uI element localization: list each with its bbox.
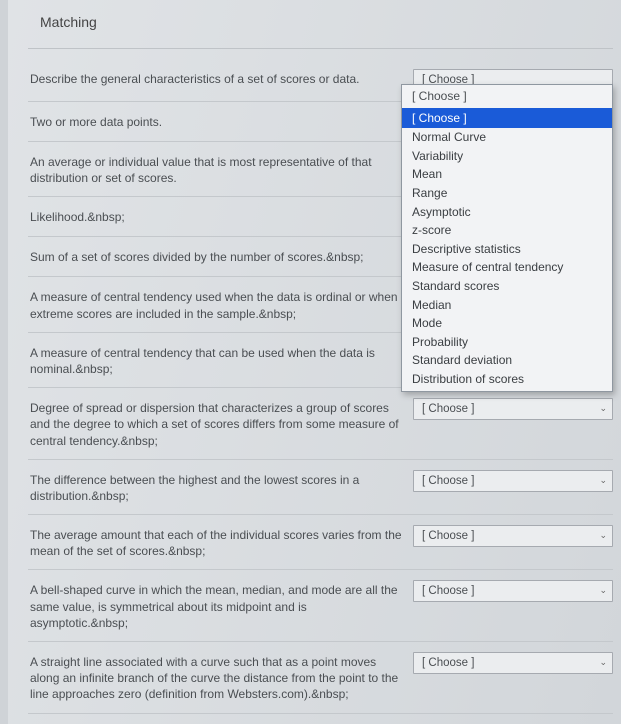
prompt-text: Degree of spread or dispersion that char… bbox=[30, 398, 413, 449]
prompt-text: A straight line associated with a curve … bbox=[30, 652, 413, 703]
chevron-down-icon: ⌄ bbox=[599, 398, 607, 418]
match-row: Degree of spread or dispersion that char… bbox=[28, 388, 613, 460]
chevron-down-icon: ⌄ bbox=[599, 580, 607, 600]
dropdown-placeholder[interactable]: [ Choose ] bbox=[402, 85, 612, 108]
dropdown-option[interactable]: Median bbox=[402, 296, 612, 315]
dropdown-option-selected[interactable]: [ Choose ] bbox=[402, 108, 612, 129]
prompt-text: Sum of a set of scores divided by the nu… bbox=[30, 247, 413, 265]
dropdown-option[interactable]: Measure of central tendency bbox=[402, 258, 612, 277]
match-row: A straight line associated with a curve … bbox=[28, 642, 613, 714]
chevron-down-icon: ⌄ bbox=[599, 470, 607, 490]
dropdown-option[interactable]: Range bbox=[402, 184, 612, 203]
answer-select[interactable]: [ Choose ] ⌄ bbox=[413, 398, 613, 420]
prompt-text: An average or individual value that is m… bbox=[30, 152, 413, 186]
prompt-text: Describe the general characteristics of … bbox=[30, 69, 413, 87]
select-value: [ Choose ] bbox=[422, 585, 474, 597]
select-value: [ Choose ] bbox=[422, 530, 474, 542]
prompt-text: The average amount that each of the indi… bbox=[30, 525, 413, 559]
answer-select[interactable]: [ Choose ] ⌄ bbox=[413, 525, 613, 547]
dropdown-option[interactable]: Mean bbox=[402, 165, 612, 184]
dropdown-option[interactable]: Standard scores bbox=[402, 277, 612, 296]
prompt-text: A measure of central tendency that can b… bbox=[30, 343, 413, 377]
dropdown-option[interactable]: Variability bbox=[402, 147, 612, 166]
prompt-text: Two or more data points. bbox=[30, 112, 413, 130]
dropdown-option[interactable]: Mode bbox=[402, 314, 612, 333]
dropdown-option[interactable]: Standard deviation bbox=[402, 351, 612, 370]
prompt-text: A measure of central tendency used when … bbox=[30, 287, 413, 321]
select-value: [ Choose ] bbox=[422, 475, 474, 487]
dropdown-option[interactable]: Normal Curve bbox=[402, 128, 612, 147]
question-title: Matching bbox=[28, 10, 613, 49]
select-value: [ Choose ] bbox=[422, 403, 474, 415]
dropdown-option[interactable]: Descriptive statistics bbox=[402, 240, 612, 259]
answer-select[interactable]: [ Choose ] ⌄ bbox=[413, 652, 613, 674]
matching-question: Matching Describe the general characteri… bbox=[0, 0, 621, 724]
chevron-down-icon: ⌄ bbox=[599, 652, 607, 672]
answer-select[interactable]: [ Choose ] ⌄ bbox=[413, 580, 613, 602]
dropdown-option[interactable]: Probability bbox=[402, 333, 612, 352]
chevron-down-icon: ⌄ bbox=[599, 525, 607, 545]
answer-select[interactable]: [ Choose ] ⌄ bbox=[413, 470, 613, 492]
dropdown-option[interactable]: Distribution of scores bbox=[402, 370, 612, 389]
answer-dropdown-open[interactable]: [ Choose ] [ Choose ] Normal Curve Varia… bbox=[401, 84, 613, 392]
match-row: The average amount that each of the indi… bbox=[28, 515, 613, 570]
prompt-text: The difference between the highest and t… bbox=[30, 470, 413, 504]
match-row: A bell-shaped curve in which the mean, m… bbox=[28, 570, 613, 642]
prompt-text: Likelihood.&nbsp; bbox=[30, 207, 413, 225]
dropdown-option[interactable]: Asymptotic bbox=[402, 203, 612, 222]
dropdown-option[interactable]: z-score bbox=[402, 221, 612, 240]
prompt-text: A bell-shaped curve in which the mean, m… bbox=[30, 580, 413, 631]
select-value: [ Choose ] bbox=[422, 657, 474, 669]
match-row: The difference between the highest and t… bbox=[28, 460, 613, 515]
